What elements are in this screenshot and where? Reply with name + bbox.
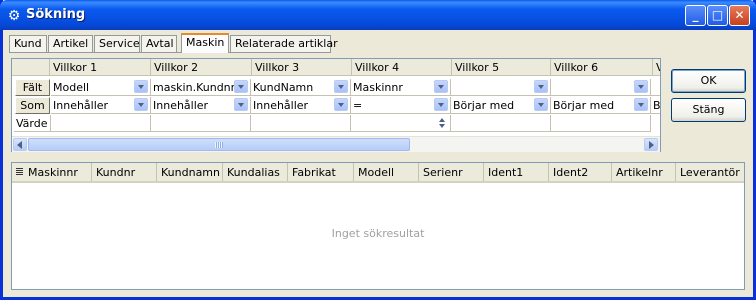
chevron-down-icon[interactable]	[534, 80, 548, 93]
column-header: Villkor 4	[351, 59, 451, 75]
results-header: Maskinnr Kundnr Kundnamn Kundalias Fabri…	[12, 163, 744, 183]
column-header-artikelnr[interactable]: Artikelnr	[612, 163, 676, 181]
tab-service[interactable]: Service	[94, 35, 140, 52]
operator-value: B	[653, 99, 660, 112]
field-select[interactable]: Modell	[51, 79, 151, 96]
tab-artikel[interactable]: Artikel	[48, 35, 93, 52]
field-value: KundNamn	[253, 81, 314, 94]
close-window-button[interactable]: ✕	[729, 5, 750, 26]
close-icon: ✕	[734, 8, 745, 22]
column-header-ident2[interactable]: Ident2	[549, 163, 612, 181]
chevron-down-icon[interactable]	[634, 80, 648, 93]
operator-select[interactable]: Innehåller	[51, 97, 151, 114]
tab-kund[interactable]: Kund	[9, 35, 47, 52]
operator-select[interactable]: =	[351, 97, 451, 114]
minimize-icon: _	[692, 8, 699, 22]
column-header: Villkor 1	[49, 59, 150, 75]
operator-select[interactable]: Börjar med	[451, 97, 551, 114]
column-header-maskinnr[interactable]: Maskinnr	[12, 163, 92, 181]
field-select[interactable]	[551, 79, 651, 96]
operator-value: =	[353, 99, 363, 112]
value-input[interactable]	[551, 115, 651, 132]
tab-avtal[interactable]: Avtal	[141, 35, 177, 52]
field-select-partial[interactable]	[651, 79, 660, 96]
column-header-fabrikat[interactable]: Fabrikat	[288, 163, 354, 181]
field-value: maskin.Kundnr	[153, 81, 236, 94]
chevron-down-icon[interactable]	[334, 98, 348, 111]
operator-select[interactable]: Börjar med	[551, 97, 651, 114]
grip-icon	[215, 142, 223, 148]
chevron-down-icon[interactable]	[434, 98, 448, 111]
field-select[interactable]: maskin.Kundnr	[151, 79, 251, 96]
column-header: Villkor 3	[251, 59, 351, 75]
chevron-down-icon[interactable]	[634, 98, 648, 111]
value-input[interactable]	[451, 115, 551, 132]
ok-button[interactable]: OK	[671, 69, 746, 93]
operator-select[interactable]: Innehåller	[151, 97, 251, 114]
column-header: V	[652, 59, 660, 75]
maximize-icon: □	[711, 8, 724, 22]
chevron-down-icon[interactable]	[134, 98, 148, 111]
window-title: Sökning	[26, 7, 86, 22]
tab-maskin[interactable]: Maskin	[181, 33, 229, 53]
value-input[interactable]	[51, 115, 151, 132]
operator-select-partial[interactable]: B	[651, 97, 660, 114]
operator-value: Börjar med	[553, 99, 615, 112]
row-label-value: Värde	[14, 115, 51, 132]
value-input[interactable]	[151, 115, 251, 132]
empty-results-text: Inget sökresultat	[331, 227, 425, 240]
field-value: Maskinnr	[353, 81, 403, 94]
column-header: Villkor 5	[451, 59, 550, 75]
criteria-grid: Villkor 1 Villkor 2 Villkor 3 Villkor 4 …	[11, 58, 661, 152]
value-input[interactable]	[251, 115, 351, 132]
chevron-down-icon[interactable]	[234, 80, 248, 93]
spinner-icon[interactable]	[436, 116, 448, 130]
minimize-button[interactable]: _	[685, 5, 706, 26]
title-bar[interactable]: ⚙ Sökning _ □ ✕	[0, 0, 756, 30]
field-value: Modell	[53, 81, 90, 94]
operator-select[interactable]: Innehåller	[251, 97, 351, 114]
row-label-field[interactable]: Fält	[15, 79, 50, 96]
chevron-down-icon[interactable]	[534, 98, 548, 111]
operator-value: Innehåller	[253, 99, 309, 112]
tab-relaterade-artiklar[interactable]: Relaterade artiklar	[230, 35, 338, 52]
column-header-ident1[interactable]: Ident1	[484, 163, 549, 181]
field-select[interactable]	[451, 79, 551, 96]
corner-cell	[12, 59, 52, 75]
column-header-leverantor[interactable]: Leverantör	[676, 163, 744, 181]
scroll-left-icon[interactable]	[13, 138, 27, 151]
operator-value: Börjar med	[453, 99, 515, 112]
row-label-operator[interactable]: Som	[15, 97, 50, 114]
gear-icon: ⚙	[7, 8, 21, 24]
value-spin-input[interactable]	[351, 115, 451, 132]
close-button[interactable]: Stäng	[671, 98, 746, 122]
column-header-modell[interactable]: Modell	[354, 163, 419, 181]
maximize-button[interactable]: □	[707, 5, 728, 26]
operator-value: Innehåller	[153, 99, 209, 112]
column-header-kundalias[interactable]: Kundalias	[223, 163, 288, 181]
column-header-kundnr[interactable]: Kundnr	[92, 163, 157, 181]
scrollbar-thumb[interactable]	[28, 138, 410, 151]
column-header-label: Maskinnr	[28, 166, 78, 179]
operator-value: Innehåller	[53, 99, 109, 112]
chevron-down-icon[interactable]	[334, 80, 348, 93]
tab-strip-line	[9, 52, 331, 53]
column-chooser-icon[interactable]	[16, 168, 23, 176]
criteria-header: Villkor 1 Villkor 2 Villkor 3 Villkor 4 …	[12, 59, 660, 76]
chevron-down-icon[interactable]	[134, 80, 148, 93]
horizontal-scrollbar[interactable]	[12, 136, 660, 152]
column-header: Villkor 6	[550, 59, 652, 75]
column-header-serienr[interactable]: Serienr	[419, 163, 484, 181]
column-header: Villkor 2	[150, 59, 251, 75]
chevron-down-icon[interactable]	[434, 80, 448, 93]
field-select[interactable]: KundNamn	[251, 79, 351, 96]
column-header-kundnamn[interactable]: Kundnamn	[157, 163, 223, 181]
chevron-down-icon[interactable]	[234, 98, 248, 111]
results-grid: Maskinnr Kundnr Kundnamn Kundalias Fabri…	[11, 162, 745, 290]
scroll-right-icon[interactable]	[644, 138, 658, 151]
field-select[interactable]: Maskinnr	[351, 79, 451, 96]
search-window: ⚙ Sökning _ □ ✕ Kund Artikel Service Avt…	[0, 0, 756, 300]
